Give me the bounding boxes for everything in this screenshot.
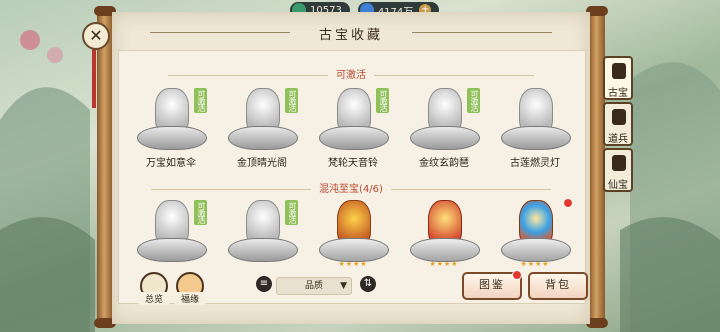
treasure-card[interactable]: 可激活 万宝如意伞: [128, 84, 214, 169]
activatable-badge: 可激活: [285, 200, 298, 225]
chaos-row: 可激活 可激活 ★★★★ ★★★★ ★★★★: [128, 196, 578, 268]
activatable-row: 可激活 万宝如意伞 可激活 金顶晴光阁 可激活 梵轮天音铃 可激活 金纹玄韵琶 …: [128, 84, 578, 169]
overview-button[interactable]: 总览: [138, 272, 170, 305]
weapon-icon: [612, 109, 626, 125]
activatable-badge: 可激活: [194, 88, 207, 113]
tab-immortal-treasure[interactable]: 仙宝: [603, 148, 633, 192]
treasure-card[interactable]: 可激活 梵轮天音铃: [310, 84, 396, 169]
chevron-down-icon: ▼: [340, 281, 347, 291]
section-heading-activatable: 可激活: [118, 66, 584, 81]
backpack-button[interactable]: 背包: [528, 272, 588, 300]
activatable-badge: 可激活: [285, 88, 298, 113]
page-title: 古宝收藏: [318, 28, 383, 43]
activatable-badge: 可激活: [467, 88, 480, 113]
sort-select[interactable]: 品质 ▼: [276, 277, 352, 295]
section-heading-chaos: 混沌至宝(4/6): [118, 180, 584, 195]
red-tassel: [92, 48, 96, 108]
treasure-name: 梵轮天音铃: [328, 158, 378, 169]
treasure-card[interactable]: ★★★★: [492, 196, 578, 268]
treasure-card[interactable]: 可激活 金纹玄韵琶: [401, 84, 487, 169]
treasure-card[interactable]: 古莲燃灵灯: [492, 84, 578, 169]
treasure-card[interactable]: 可激活: [219, 196, 305, 268]
treasure-name: 万宝如意伞: [146, 158, 196, 169]
notification-dot: [563, 198, 573, 208]
fortune-label: 福缘: [174, 292, 206, 305]
scroll-rod-left: [94, 6, 116, 328]
title-divider-right: [412, 32, 552, 33]
treasure-name: 金纹玄韵琶: [419, 158, 469, 169]
overview-label: 总览: [138, 292, 170, 305]
title-divider-left: [150, 32, 290, 33]
fortune-button[interactable]: 福缘: [174, 272, 206, 305]
immortal-treasure-icon: [612, 155, 626, 171]
treasure-card[interactable]: 可激活: [128, 196, 214, 268]
category-tabs: 古宝 道兵 仙宝: [603, 56, 633, 194]
activatable-badge: 可激活: [194, 200, 207, 225]
tab-weapon[interactable]: 道兵: [603, 102, 633, 146]
sort-order-icon[interactable]: ⇅: [360, 276, 376, 292]
close-button[interactable]: ✕: [82, 22, 110, 50]
ancient-treasure-icon: [612, 63, 626, 79]
treasure-card[interactable]: ★★★★: [401, 196, 487, 268]
treasure-name: 古莲燃灵灯: [510, 158, 560, 169]
activatable-badge: 可激活: [376, 88, 389, 113]
treasure-card[interactable]: ★★★★: [310, 196, 396, 268]
tab-ancient-treasure[interactable]: 古宝: [603, 56, 633, 100]
filter-list-icon[interactable]: ≡: [256, 276, 272, 292]
treasure-name: 金顶晴光阁: [237, 158, 287, 169]
notification-dot: [512, 270, 522, 280]
page-title-wrap: 古宝收藏: [112, 24, 590, 43]
treasure-card[interactable]: 可激活 金顶晴光阁: [219, 84, 305, 169]
